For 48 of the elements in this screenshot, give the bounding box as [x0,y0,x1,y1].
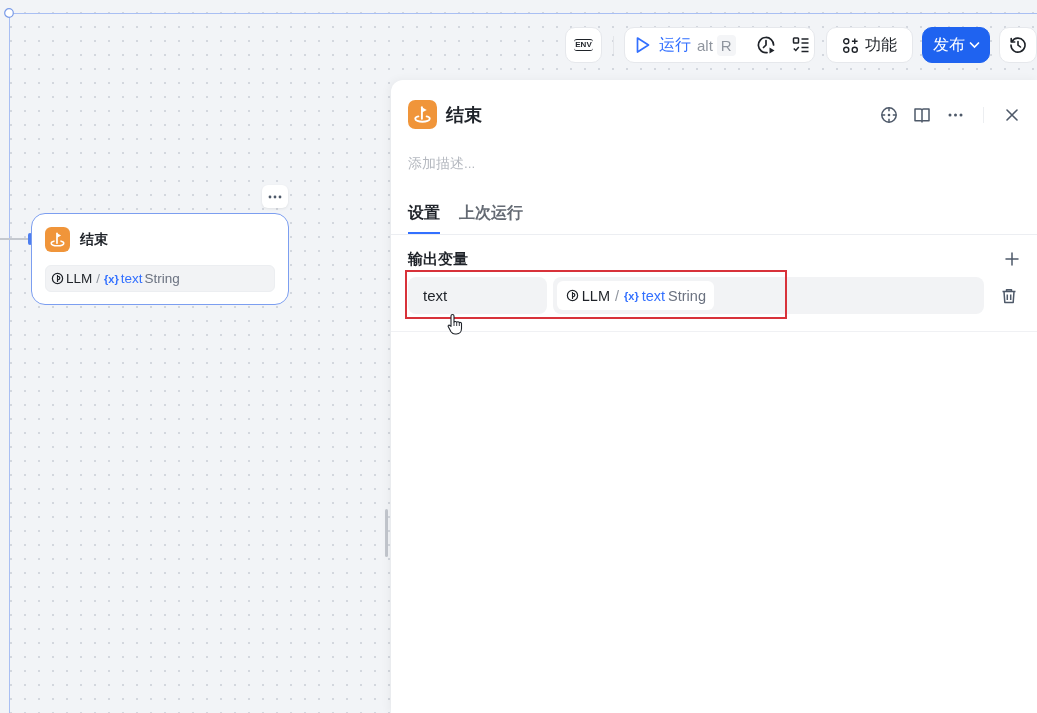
crosshair-icon [880,105,898,124]
history-icon [1009,36,1027,54]
env-button[interactable]: ENV [565,27,602,63]
type-label: String [144,271,180,286]
node-title: 结束 [80,230,108,249]
trash-icon [1000,286,1018,305]
description-field[interactable]: 添加描述... [408,153,608,173]
node-more-button[interactable] [262,185,288,208]
publish-button[interactable]: 发布 [922,27,990,63]
connector-line [0,238,30,240]
run-button[interactable]: 运行 [632,31,691,59]
panel-tab[interactable]: 设置 [408,203,440,234]
node-name: LLM [581,287,610,304]
shortcut-modifier: alt [697,36,713,54]
variable-symbol: {x} [624,289,639,302]
variable-value-field[interactable]: LLM / {x} text String [552,277,985,314]
clock-icon [755,35,776,55]
checklist-icon [790,35,811,55]
section-title: 输出变量 [408,249,468,269]
variable-reference-chip[interactable]: LLM / {x} text String [556,281,714,310]
panel-tab[interactable]: 上次运行 [459,203,523,234]
play-icon [635,36,651,54]
corner-handle-icon[interactable] [4,8,14,18]
node-name: LLM [66,271,93,286]
shortcut-key: R [716,34,736,56]
more-icon [268,194,282,199]
more-icon [947,112,963,117]
path-separator: / [615,287,620,304]
path-separator: / [96,271,101,286]
circle-icon [565,289,579,302]
type-label: String [668,287,706,304]
flag-icon [45,227,70,252]
shapes-plus-icon [842,36,859,54]
resize-handle[interactable] [385,509,388,557]
variable-name-field[interactable]: text [408,277,547,314]
plus-icon [1004,251,1020,267]
flag-icon [408,100,437,129]
panel-title: 结束 [446,103,483,127]
circle-icon [51,272,64,285]
hand-cursor-icon [447,313,464,335]
variable-symbol: {x} [104,272,119,285]
features-button[interactable]: 功能 [826,27,913,63]
chevron-down-icon [968,41,980,49]
workflow-node[interactable]: 结束 LLM / {x}textString [31,213,289,305]
variable-name: text [120,271,143,286]
history-button[interactable] [999,27,1037,63]
variable-name: text [641,287,666,304]
book-icon [913,105,931,124]
